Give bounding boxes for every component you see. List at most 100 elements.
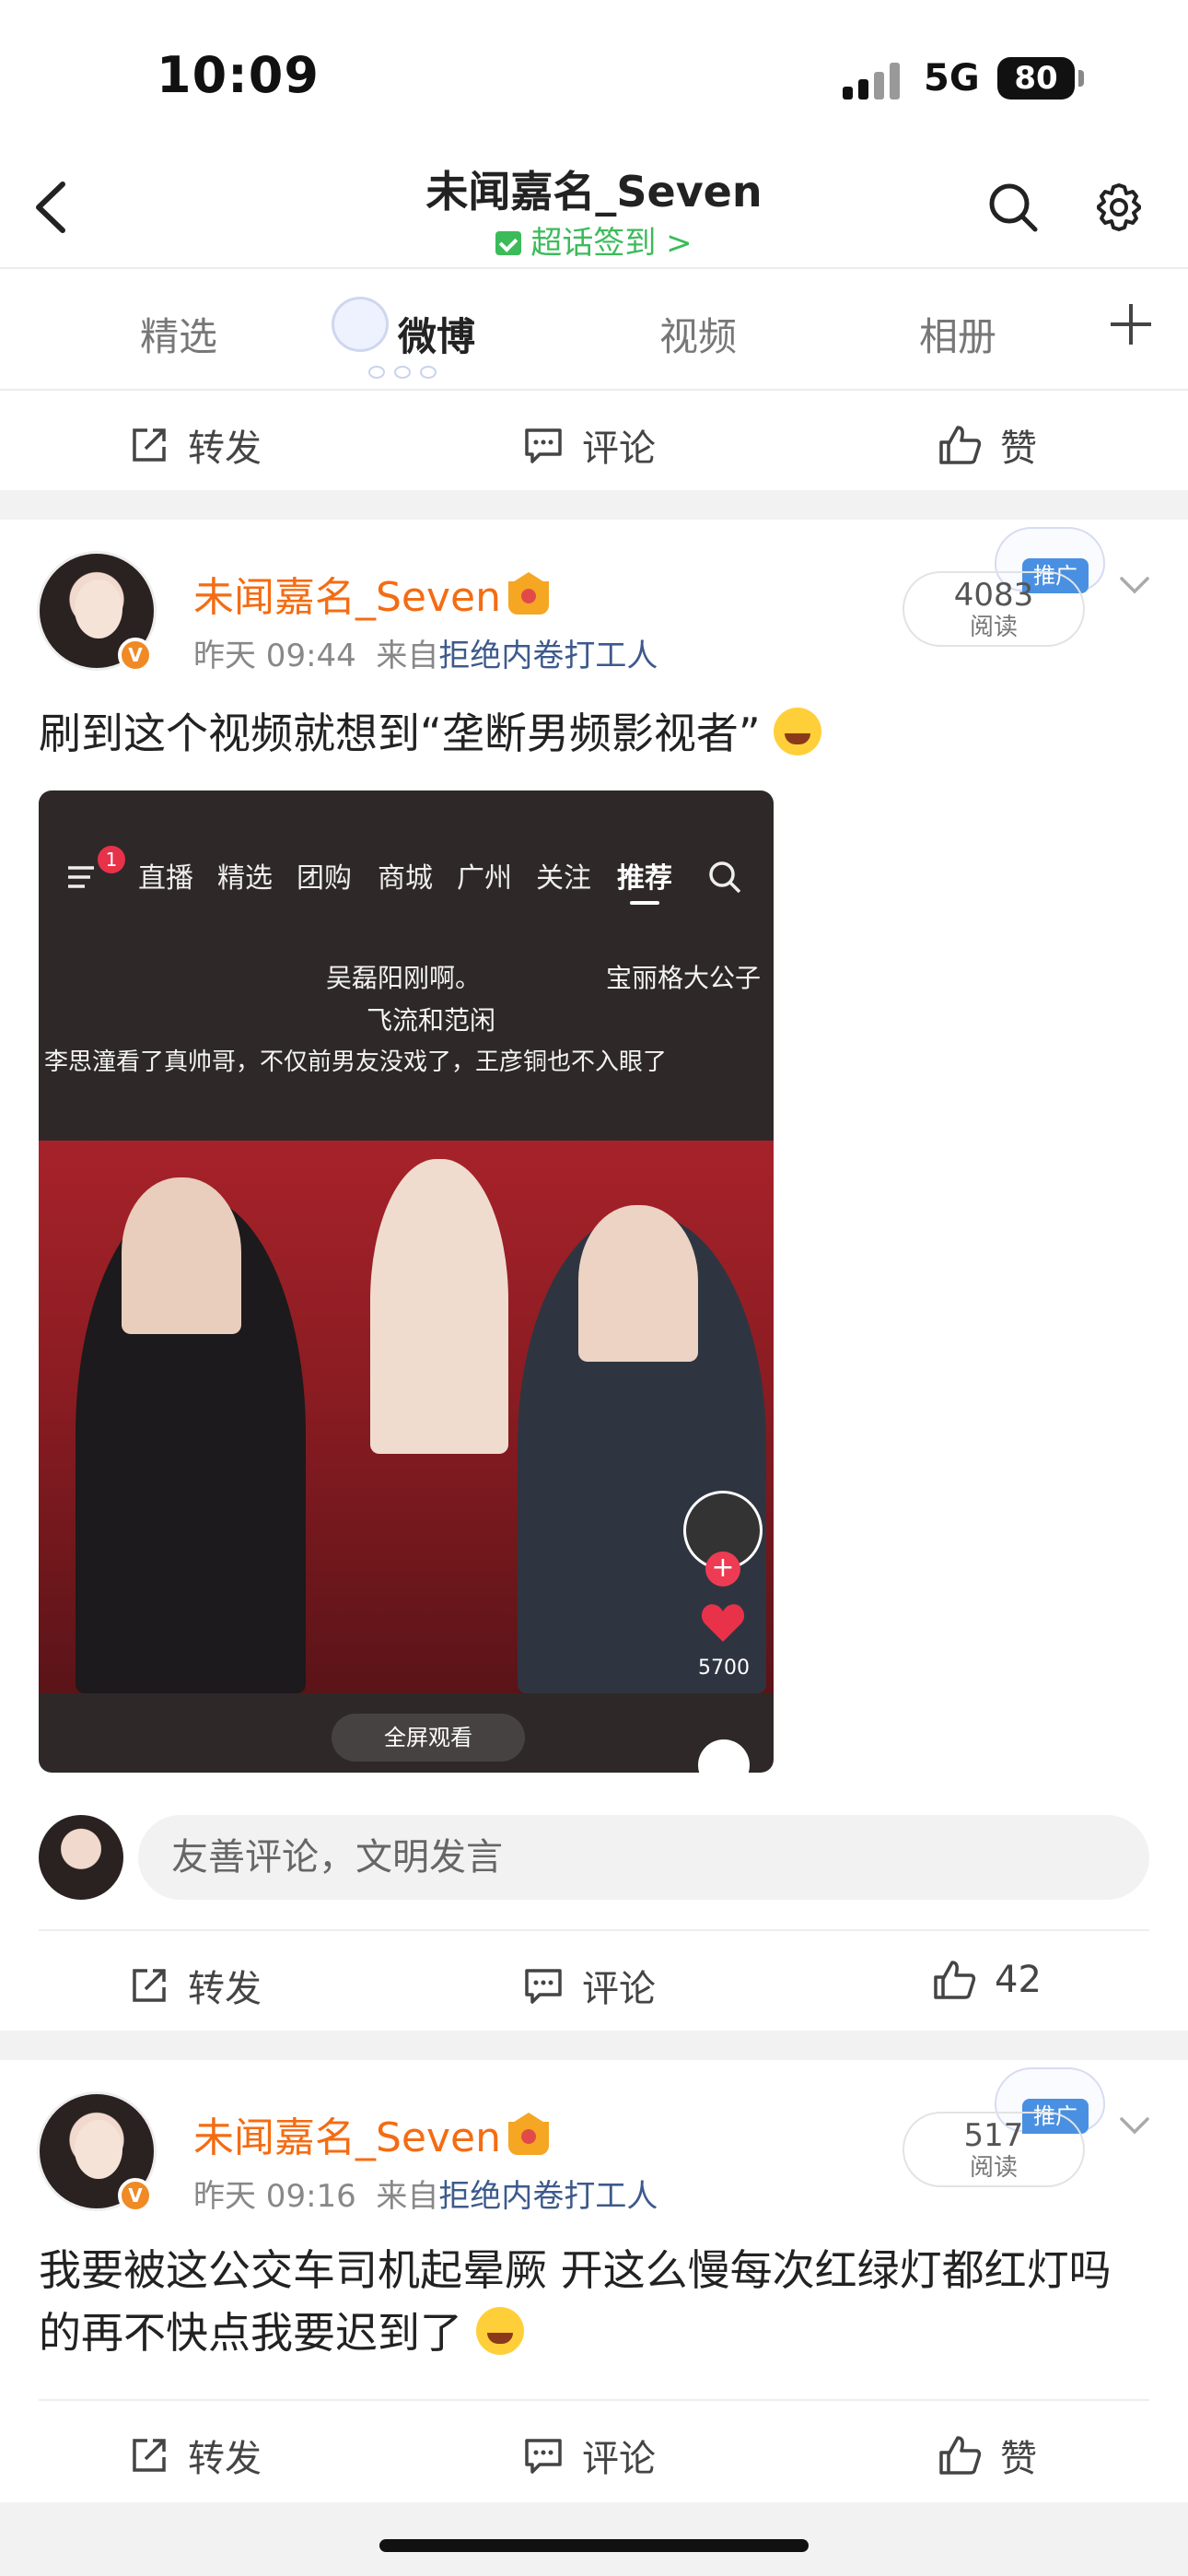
post-meta: 昨天 09:44 来自拒绝内卷打工人 xyxy=(193,630,658,675)
video-like-count: 5700 xyxy=(698,1657,750,1680)
more-icon xyxy=(698,1739,750,1773)
video-nav-item: 精选 xyxy=(217,862,273,895)
video-nav-item: 商城 xyxy=(378,862,433,895)
like-button[interactable]: 42 xyxy=(932,1959,1042,2001)
bunny-icon xyxy=(332,297,389,352)
comment-icon xyxy=(525,428,562,463)
comment-label: 评论 xyxy=(582,1968,656,2010)
like-count: 42 xyxy=(995,1959,1042,2001)
repost-button[interactable]: 转发 xyxy=(129,418,262,472)
repost-label: 转发 xyxy=(188,2438,262,2480)
comment-icon xyxy=(525,2439,562,2474)
divider xyxy=(0,490,1188,520)
video-nav: 直播 精选 团购 商城 广州 关注 推荐 xyxy=(39,855,774,910)
thumbs-up-icon xyxy=(939,426,982,464)
post-source-link[interactable]: 拒绝内卷打工人 xyxy=(438,638,658,674)
battery-icon: 80 xyxy=(997,57,1075,100)
video-nav-item: 关注 xyxy=(536,862,591,895)
tab-album[interactable]: 相册 xyxy=(919,306,996,362)
thumbs-up-icon xyxy=(934,1961,976,1999)
action-bar: 转发 评论 42 xyxy=(0,1931,1188,2032)
follow-plus-icon: + xyxy=(705,1551,740,1587)
read-count: 517 xyxy=(963,2117,1024,2154)
like-label: 赞 xyxy=(1000,2438,1037,2480)
repost-button[interactable]: 转发 xyxy=(129,1959,262,2012)
video-thumbnail[interactable]: 直播 精选 团购 商城 广州 关注 推荐 1 吴磊阳刚啊。 宝丽格大公子 飞流和… xyxy=(39,790,774,1773)
video-nav-item: 广州 xyxy=(457,862,512,895)
comment-label: 评论 xyxy=(582,2438,656,2480)
post-time: 昨天 09:16 xyxy=(193,2178,356,2215)
header: 未闻嘉名_Seven 超话签到 > xyxy=(0,138,1188,269)
notification-badge: 1 xyxy=(98,846,125,873)
video-frame xyxy=(39,1141,774,1693)
post-username[interactable]: 未闻嘉名_Seven xyxy=(193,564,549,623)
danmaku-comment: 吴磊阳刚啊。 xyxy=(326,963,482,993)
checkin-icon xyxy=(495,231,522,255)
danmaku-comment: 李思潼看了真帅哥，不仅前男友没戏了，王彦铜也不入眼了 xyxy=(44,1048,668,1076)
read-label: 阅读 xyxy=(969,2154,1018,2182)
read-count: 4083 xyxy=(953,577,1034,614)
tab-featured[interactable]: 精选 xyxy=(140,306,217,362)
action-bar: 转发 评论 赞 xyxy=(0,391,1188,492)
search-button[interactable] xyxy=(985,180,1041,235)
verified-badge: V xyxy=(118,638,153,673)
post-from-prefix: 来自 xyxy=(376,2178,439,2215)
comment-button[interactable]: 评论 xyxy=(523,1959,656,2012)
repost-label: 转发 xyxy=(188,1968,262,2010)
repost-button[interactable]: 转发 xyxy=(129,2429,262,2482)
repost-icon xyxy=(133,2439,166,2472)
repost-icon xyxy=(133,1969,166,2002)
person-figure xyxy=(370,1159,508,1454)
read-count-badge: 4083 阅读 xyxy=(903,571,1085,647)
comment-label: 评论 xyxy=(582,427,656,470)
status-time: 10:09 xyxy=(157,46,320,104)
repost-icon xyxy=(133,428,166,462)
settings-button[interactable] xyxy=(1091,180,1147,235)
like-button[interactable]: 赞 xyxy=(938,418,1037,472)
comment-button[interactable]: 评论 xyxy=(523,2429,656,2482)
video-nav-item-active: 推荐 xyxy=(617,855,672,905)
heart-icon xyxy=(701,1604,745,1642)
comment-icon xyxy=(525,1969,562,2004)
my-avatar xyxy=(39,1815,123,1900)
gear-icon xyxy=(1097,183,1141,231)
tab-bar: 精选 微博 视频 相册 xyxy=(0,271,1188,391)
video-nav-item: 团购 xyxy=(297,862,352,895)
thumbs-up-icon xyxy=(939,2436,982,2475)
person-face xyxy=(578,1205,698,1362)
plus-icon xyxy=(1111,304,1151,345)
chevron-down-icon[interactable] xyxy=(1116,571,1153,599)
post-from-prefix: 来自 xyxy=(376,638,439,674)
post-text: 我要被这公交车司机起晕厥 开这么慢每次红绿灯都红灯吗的再不快点我要迟到了 xyxy=(39,2245,1112,2358)
search-icon xyxy=(989,183,1038,232)
read-count-badge: 517 阅读 xyxy=(903,2112,1085,2187)
fullscreen-button[interactable]: 全屏观看 xyxy=(332,1714,525,1762)
post-meta: 昨天 09:16 来自拒绝内卷打工人 xyxy=(193,2171,658,2216)
person-face xyxy=(122,1177,241,1334)
tab-indicator xyxy=(368,365,446,382)
comment-button[interactable]: 评论 xyxy=(523,418,656,472)
crown-icon xyxy=(508,2113,549,2155)
sleepy-emoji-icon xyxy=(475,2307,524,2355)
post-text: 刷到这个视频就想到“垄断男频影视者” xyxy=(39,702,1149,765)
tab-video[interactable]: 视频 xyxy=(659,306,737,362)
add-tab-button[interactable] xyxy=(1105,299,1157,350)
tab-weibo[interactable]: 微博 xyxy=(398,306,475,362)
battery-tip xyxy=(1078,70,1084,87)
network-label: 5G xyxy=(924,57,980,100)
menu-icon xyxy=(68,866,94,888)
post-username[interactable]: 未闻嘉名_Seven xyxy=(193,2104,549,2163)
danmaku-comment: 飞流和范闲 xyxy=(367,1005,496,1036)
chevron-down-icon[interactable] xyxy=(1116,2112,1153,2139)
comment-input[interactable] xyxy=(138,1815,1149,1900)
grin-emoji-icon xyxy=(774,708,822,755)
crown-icon xyxy=(508,572,549,615)
divider xyxy=(0,2031,1188,2060)
like-button[interactable]: 赞 xyxy=(938,2429,1037,2482)
home-indicator xyxy=(379,2539,809,2552)
search-icon xyxy=(709,861,741,894)
verified-badge: V xyxy=(118,2178,153,2213)
checkin-label: 超话签到 > xyxy=(530,225,693,262)
like-label: 赞 xyxy=(1000,427,1037,470)
post-source-link[interactable]: 拒绝内卷打工人 xyxy=(438,2178,658,2215)
